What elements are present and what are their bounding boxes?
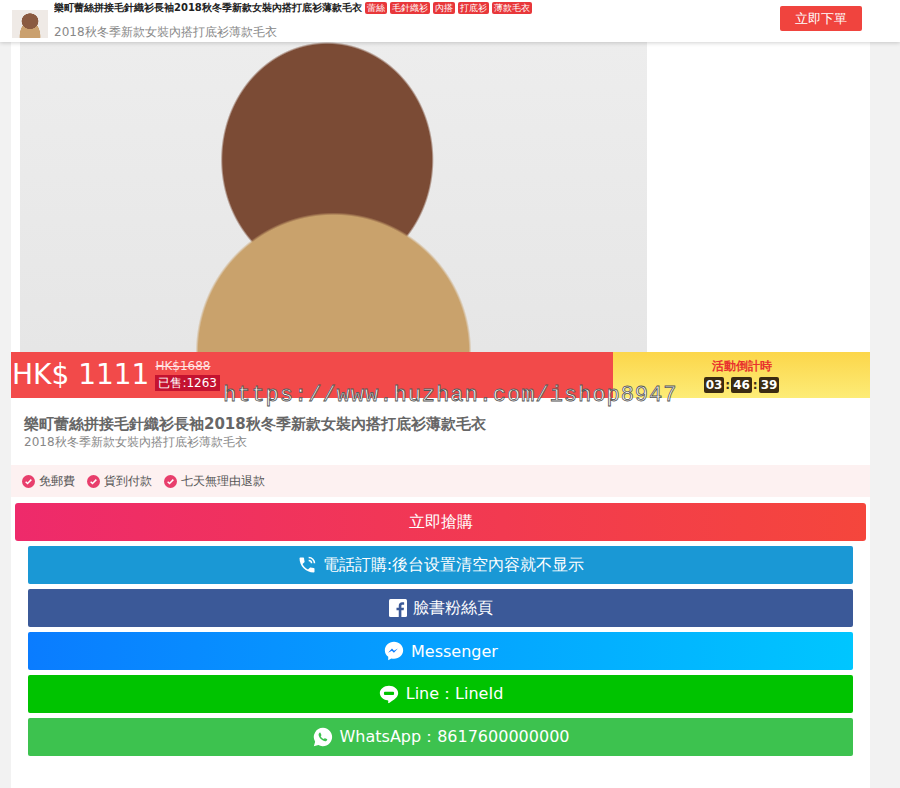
countdown-seconds: 39: [759, 377, 780, 393]
phone-icon: [297, 555, 317, 575]
line-button[interactable]: Line：LineId: [28, 675, 853, 713]
countdown-separator: :: [725, 378, 730, 392]
countdown-hours: 03: [704, 377, 725, 393]
contact-label[interactable]: Messenger: [411, 642, 498, 661]
phone-button[interactable]: 電話訂購:後台设置清空內容就不显示: [28, 546, 853, 584]
header-title: 樂町蕾絲拼接毛針織衫長袖2018秋冬季新款女裝內搭打底衫薄款毛衣: [54, 1, 362, 15]
product-tag[interactable]: 蕾絲: [365, 2, 387, 14]
feature-item: 七天無理由退款: [164, 473, 265, 490]
product-tag[interactable]: 內搭: [433, 2, 455, 14]
countdown-label: 活動倒計時: [712, 358, 772, 375]
product-title: 樂町蕾絲拼接毛針織衫長袖2018秋冬季新款女裝內搭打底衫薄款毛衣: [24, 414, 857, 434]
line-icon: [378, 683, 400, 705]
header-title-row: 樂町蕾絲拼接毛針織衫長袖2018秋冬季新款女裝內搭打底衫薄款毛衣蕾絲毛針織衫內搭…: [54, 1, 780, 15]
messenger-icon: [383, 640, 405, 662]
price-panel: HK$ 1111 HK$1688 已售:1263: [11, 352, 613, 398]
feature-label: 七天無理由退款: [181, 473, 265, 490]
feature-label: 免郵費: [39, 473, 75, 490]
watermark: https://www.huzhan.com/ishop8947: [223, 383, 677, 408]
contact-buttons: 電話訂購:後台设置清空內容就不显示臉書粉絲頁 Messenger Line：Line…: [11, 546, 870, 756]
sold-count: 已售:1263: [155, 375, 220, 391]
check-icon: [87, 475, 100, 488]
facebook-icon: [389, 599, 407, 617]
whatsapp-icon: [312, 726, 334, 748]
product-tag[interactable]: 打底衫: [458, 2, 489, 14]
header-info: 樂町蕾絲拼接毛針織衫長袖2018秋冬季新款女裝內搭打底衫薄款毛衣蕾絲毛針織衫內搭…: [54, 0, 780, 41]
contact-label[interactable]: WhatsApp：8617600000000: [340, 727, 570, 748]
feature-item: 免郵費: [22, 473, 75, 490]
product-tag[interactable]: 毛針織衫: [390, 2, 430, 14]
countdown-minutes: 46: [731, 377, 752, 393]
original-price: HK$1688: [155, 359, 210, 373]
contact-label[interactable]: 臉書粉絲頁: [413, 598, 493, 619]
whatsapp-button[interactable]: WhatsApp：8617600000000: [28, 718, 853, 756]
order-button[interactable]: 立即下單: [780, 6, 862, 31]
feature-label: 貨到付款: [104, 473, 152, 490]
contact-label[interactable]: Line：LineId: [406, 684, 504, 705]
price-bar: HK$ 1111HK$1688已售:1263活動倒計時03:46:39: [11, 352, 870, 398]
product-page: HK$ 1111HK$1688已售:1263活動倒計時03:46:39https…: [11, 42, 870, 788]
check-icon: [22, 475, 35, 488]
features-strip: 免郵費 貨到付款 七天無理由退款: [11, 465, 870, 497]
feature-item: 貨到付款: [87, 473, 152, 490]
product-subtitle: 2018秋冬季新款女裝內搭打底衫薄款毛衣: [24, 434, 857, 450]
countdown-separator: :: [753, 378, 758, 392]
price-details: HK$1688 已售:1263: [155, 359, 220, 391]
countdown-panel: 活動倒計時03:46:39: [613, 352, 870, 398]
facebook-button[interactable]: 臉書粉絲頁: [28, 589, 853, 627]
buy-now-button[interactable]: 立即搶購: [15, 503, 866, 541]
check-icon: [164, 475, 177, 488]
countdown-timer: 03:46:39: [704, 377, 780, 393]
messenger-button[interactable]: Messenger: [28, 632, 853, 670]
current-price: HK$ 1111: [12, 361, 149, 389]
product-photo[interactable]: [20, 42, 647, 352]
contact-label[interactable]: 電話訂購:後台设置清空內容就不显示: [323, 555, 584, 576]
product-thumbnail[interactable]: [12, 10, 48, 38]
header-subtitle: 2018秋冬季新款女裝內搭打底衫薄款毛衣: [54, 24, 780, 41]
top-bar: 樂町蕾絲拼接毛針織衫長袖2018秋冬季新款女裝內搭打底衫薄款毛衣蕾絲毛針織衫內搭…: [0, 0, 900, 42]
product-tag[interactable]: 薄款毛衣: [492, 2, 532, 14]
product-title-section: 樂町蕾絲拼接毛針織衫長袖2018秋冬季新款女裝內搭打底衫薄款毛衣2018秋冬季新…: [11, 398, 870, 458]
